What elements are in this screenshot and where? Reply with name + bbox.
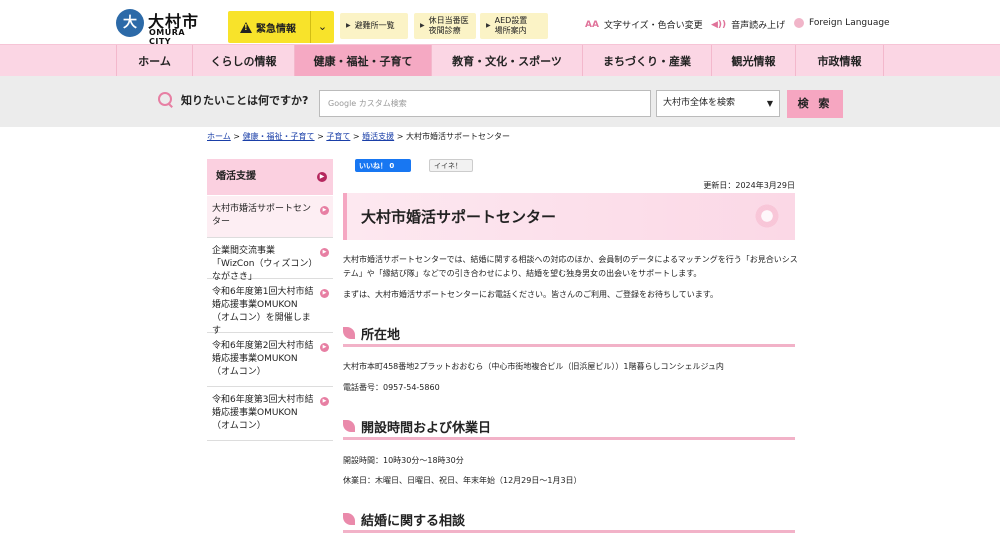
emergency-label: 緊急情報 (256, 23, 296, 35)
search-prompt: 知りたいことは何ですか? (158, 92, 308, 108)
nav-health-welfare[interactable]: 健康・福祉・子育て (295, 45, 432, 76)
breadcrumb-konkatsu[interactable]: 婚活支援 (362, 132, 394, 141)
facebook-like-button[interactable]: いいね！ 0 (355, 159, 411, 172)
sidebar-item-support-center[interactable]: 大村市婚活サポートセンター ▶ (207, 196, 333, 238)
location-address: 大村市本町458番地2プラットおおむら（中心市街地複合ビル（旧浜屋ビル））1階暮… (343, 362, 724, 371)
triangle-right-icon: ▶ (346, 22, 351, 29)
page-title: 大村市婚活サポートセンター (361, 208, 557, 226)
chevron-right-icon: ▶ (320, 206, 329, 215)
font-size-tool[interactable]: AA 文字サイズ・色合い変更 (585, 18, 703, 32)
font-size-icon: AA (585, 19, 599, 30)
quick-link-label-group: AED設置 場所案内 (495, 16, 528, 36)
nav-living[interactable]: くらしの情報 (193, 45, 295, 76)
breadcrumb-current: 大村市婚活サポートセンター (405, 132, 510, 141)
site-header: 大 大村市 OMURA CITY 緊急情報 ⌄ ▶ 避難所一覧 ▶ 休日当番医 … (0, 0, 1000, 46)
voice-label: 音声読み上げ (731, 21, 786, 31)
closed-days: 休業日：木曜日、日曜日、祝日、年末年始（12月29日～1月3日） (343, 476, 582, 485)
page-title-box: 大村市婚活サポートセンター (343, 193, 795, 240)
updated-date: 更新日：2024年3月29日 (703, 181, 795, 190)
intro-paragraph-2: まずは、大村市婚活サポートセンターにお電話ください。皆さんのご利用、ご登録をお待… (343, 290, 718, 299)
petal-icon (343, 327, 355, 339)
sidebar-item-wizcon[interactable]: 企業間交流事業「WizCon（ウィズコン）ながさき」 ▶ (207, 238, 333, 282)
section-heading-consultation: 結婚に関する相談 (343, 509, 795, 533)
chevron-right-icon: ▶ (320, 343, 329, 352)
petal-icon (343, 420, 355, 432)
sidebar-heading[interactable]: 婚活支援 ▶ (207, 159, 333, 195)
triangle-right-icon: ▶ (486, 22, 491, 29)
section-title: 結婚に関する相談 (361, 514, 466, 529)
sidebar-item-omukon-2[interactable]: 令和6年度第2回大村市結婚応援事業OMUKON（オムコン） ▶ (207, 333, 333, 387)
breadcrumb-sep: > (314, 132, 327, 141)
breadcrumb-health[interactable]: 健康・福祉・子育て (243, 132, 315, 141)
breadcrumb-sep: > (230, 132, 243, 141)
speaker-icon: ◀)) (711, 19, 727, 30)
chevron-right-icon: ▶ (317, 172, 327, 182)
search-scope-select[interactable]: 大村市全体を検索 ▼ (656, 90, 780, 117)
flower-decoration-icon (747, 196, 787, 236)
chevron-right-icon: ▶ (320, 397, 329, 406)
breadcrumb-sep: > (350, 132, 363, 141)
quick-link-shelters[interactable]: ▶ 避難所一覧 (340, 13, 408, 39)
section-heading-location: 所在地 (343, 323, 795, 347)
emergency-info-button[interactable]: 緊急情報 (228, 11, 308, 43)
city-emblem-icon: 大 (116, 9, 144, 37)
voice-reader-tool[interactable]: ◀)) 音声読み上げ (711, 18, 786, 32)
sidebar-item-label: 企業間交流事業「WizCon（ウィズコン）ながさき」 (212, 246, 313, 282)
breadcrumb: ホーム > 健康・福祉・子育て > 子育て > 婚活支援 > 大村市婚活サポート… (207, 131, 510, 142)
quick-link-label: 夜間診療 (428, 26, 461, 35)
opening-hours: 開設時間：10時30分～18時30分 (343, 456, 464, 465)
chevron-right-icon: ▶ (320, 248, 329, 257)
nav-town-industry[interactable]: まちづくり・産業 (583, 45, 712, 76)
sidebar-item-omukon-1[interactable]: 令和6年度第1回大村市結婚応援事業OMUKON（オムコン）を開催します ▶ (207, 279, 333, 336)
sidebar-item-label: 令和6年度第2回大村市結婚応援事業OMUKON（オムコン） (212, 341, 314, 377)
chevron-down-icon[interactable]: ⌄ (310, 11, 334, 43)
petal-icon (343, 513, 355, 525)
nav-education-culture[interactable]: 教育・文化・スポーツ (432, 45, 583, 76)
quick-link-label: 避難所一覧 (354, 21, 395, 30)
sidebar-item-omukon-3[interactable]: 令和6年度第3回大村市結婚応援事業OMUKON（オムコン） ▶ (207, 387, 333, 441)
main-nav: ホーム くらしの情報 健康・福祉・子育て 教育・文化・スポーツ まちづくり・産業… (0, 44, 1000, 76)
nav-city-admin[interactable]: 市政情報 (796, 45, 884, 76)
quick-link-label: 場所案内 (494, 26, 527, 35)
sidebar-item-label: 令和6年度第3回大村市結婚応援事業OMUKON（オムコン） (212, 395, 314, 431)
globe-icon (794, 18, 804, 28)
chevron-right-icon: ▶ (320, 289, 329, 298)
language-tool[interactable]: Foreign Language (794, 18, 890, 28)
mixi-like-button[interactable]: イイネ！ (429, 159, 473, 172)
search-input[interactable]: Google カスタム検索 (319, 90, 651, 117)
quick-link-holiday-doctor[interactable]: ▶ 休日当番医 夜間診療 (414, 13, 476, 39)
search-prompt-text: 知りたいことは何ですか? (181, 94, 309, 107)
quick-link-label-group: 休日当番医 夜間診療 (429, 16, 469, 36)
section-title: 所在地 (361, 328, 401, 343)
quick-link-label: 休日当番医 (428, 16, 469, 25)
site-logo[interactable]: 大 大村市 OMURA CITY (116, 9, 208, 46)
search-band: 知りたいことは何ですか? Google カスタム検索 大村市全体を検索 ▼ 検 … (0, 76, 1000, 127)
nav-tourism[interactable]: 観光情報 (712, 45, 796, 76)
chevron-down-icon: ▼ (766, 99, 773, 108)
breadcrumb-sep: > (394, 132, 406, 141)
warning-icon (240, 21, 252, 33)
search-button[interactable]: 検 索 (787, 90, 843, 118)
nav-home[interactable]: ホーム (116, 45, 193, 76)
triangle-right-icon: ▶ (420, 22, 425, 29)
sidebar-heading-label: 婚活支援 (216, 171, 256, 182)
emergency-info: 緊急情報 ⌄ (228, 11, 334, 43)
intro-paragraph: 大村市婚活サポートセンターでは、結婚に関する相談への対応のほか、会員制のデータに… (343, 255, 798, 278)
section-heading-hours: 開設時間および休業日 (343, 416, 795, 440)
breadcrumb-home[interactable]: ホーム (207, 132, 231, 141)
search-icon (158, 92, 174, 108)
breadcrumb-childcare[interactable]: 子育て (326, 132, 350, 141)
language-label: Foreign Language (809, 18, 890, 28)
search-scope-value: 大村市全体を検索 (663, 98, 736, 108)
location-phone: 電話番号：0957-54-5860 (343, 383, 440, 392)
sidebar-item-label: 令和6年度第1回大村市結婚応援事業OMUKON（オムコン）を開催します (212, 287, 314, 336)
font-size-label: 文字サイズ・色合い変更 (603, 21, 703, 31)
quick-link-aed[interactable]: ▶ AED設置 場所案内 (480, 13, 548, 39)
sidebar-item-label: 大村市婚活サポートセンター (212, 204, 312, 227)
quick-link-label: AED設置 (494, 16, 528, 25)
section-title: 開設時間および休業日 (361, 421, 492, 436)
